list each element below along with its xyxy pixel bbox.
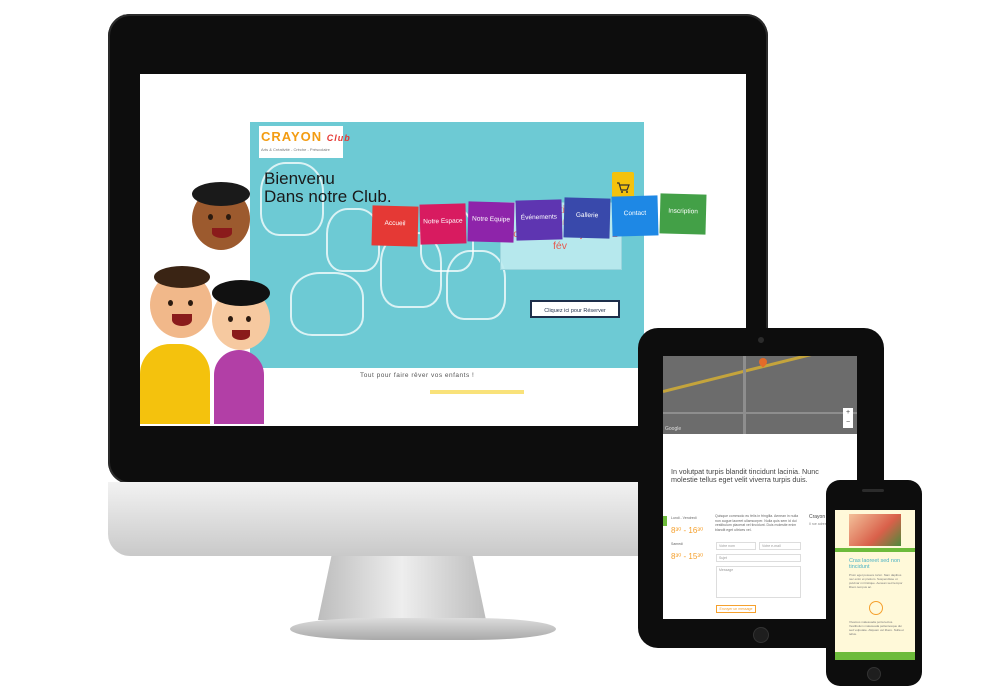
grass-divider	[835, 548, 915, 552]
phone-home-button[interactable]	[867, 667, 881, 681]
contact-text: Quisque commodo eu felis in fringilla. A…	[715, 514, 799, 532]
nav-tab-événements[interactable]: Événements	[515, 199, 563, 241]
kid-shirt	[140, 344, 210, 424]
hours-label: Lundi - Vendredi	[671, 516, 697, 520]
tagline: Tout pour faire rêver vos enfants !	[360, 372, 475, 379]
map-road	[743, 356, 746, 434]
hours-label: Samedi	[671, 542, 683, 546]
kids-photo	[849, 514, 901, 546]
phone-screen: Cras laoreet sed non tincidunt Proin ege…	[835, 510, 915, 660]
side-title: Crayon	[809, 514, 826, 520]
phone-text: Vivamus malesuada porta lectus. Vestibul…	[849, 620, 904, 636]
nav-tab-gallerie[interactable]: Gallerie	[563, 197, 611, 239]
hours-value: 8³⁰ - 15³⁰	[671, 552, 704, 561]
name-field[interactable]: Votre nom	[716, 542, 756, 550]
kid-face	[150, 266, 212, 338]
nav-tab-notre-equipe[interactable]: Notre Equipe	[467, 201, 515, 243]
kid-face	[192, 182, 250, 250]
phone-title: Cras laoreet sed non tincidunt	[849, 558, 901, 570]
hero-doodle-face	[446, 250, 506, 320]
map-road	[663, 412, 857, 414]
tagline-underline	[430, 390, 524, 394]
phone-speaker	[862, 489, 884, 492]
tablet-heading: In volutpat turpis blandit tincidunt lac…	[671, 467, 819, 484]
send-message-button[interactable]: Envoyer un message	[716, 605, 756, 613]
kid-face	[212, 280, 270, 350]
logo-tagline: Arts & Créativité - Crèche - Préscolaire	[261, 147, 330, 152]
hours-accent	[663, 516, 667, 526]
clock-icon	[869, 601, 883, 615]
hero-title: Bienvenu Dans notre Club.	[264, 169, 392, 206]
zoom-out-button[interactable]: −	[843, 418, 853, 428]
email-field[interactable]: Votre e-mail	[759, 542, 801, 550]
phone-text: Proin eget posuere tortor. Nam dapibus n…	[849, 573, 903, 589]
subject-field[interactable]: Sujet	[716, 554, 801, 562]
hours-value: 8³⁰ - 16³⁰	[671, 526, 704, 535]
tablet-camera	[758, 337, 764, 343]
hero-doodle-face	[290, 272, 364, 336]
imac-base	[290, 618, 556, 640]
tablet-home-button[interactable]	[753, 627, 769, 643]
nav-tab-inscription[interactable]: Inscription	[659, 193, 707, 235]
nav-tab-notre-espace[interactable]: Notre Espace	[419, 203, 467, 245]
grass-footer	[835, 652, 915, 660]
map-zoom-control[interactable]: + −	[843, 408, 853, 428]
nav-tab-contact[interactable]: Contact	[611, 195, 659, 237]
logo-text: CRAYON Club	[261, 129, 351, 144]
map-brand: Google	[665, 426, 682, 432]
message-field[interactable]: Message	[716, 566, 801, 598]
imac-stand	[318, 556, 486, 620]
zoom-in-button[interactable]: +	[843, 408, 853, 418]
kid-shirt	[214, 350, 264, 424]
reserve-button[interactable]: Cliquez ici pour Réserver	[530, 300, 620, 318]
nav-tab-accueil[interactable]: Accueil	[371, 205, 419, 247]
